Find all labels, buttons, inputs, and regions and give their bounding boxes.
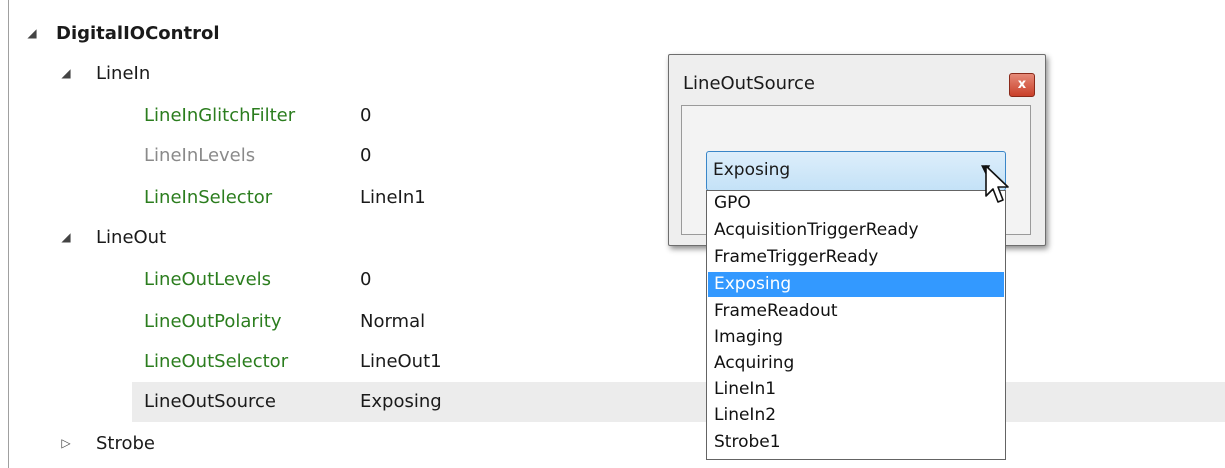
tree-node-strobe[interactable]: ▷ Strobe xyxy=(0,424,1225,464)
collapsed-triangle-icon[interactable]: ▷ xyxy=(58,434,74,452)
dropdown-option[interactable]: LineIn1 xyxy=(708,377,1004,402)
property-name: LineOutPolarity xyxy=(144,311,282,332)
property-name: LineOutLevels xyxy=(144,269,272,290)
property-row[interactable]: LineOutSelector LineOut1 xyxy=(0,342,1225,382)
tree-node-label: DigitalIOControl xyxy=(56,23,220,44)
property-value[interactable]: Exposing xyxy=(360,391,442,412)
property-name: LineOutSource xyxy=(144,391,276,412)
expanded-triangle-icon[interactable]: ◢ xyxy=(24,24,40,42)
tree-node-label: Strobe xyxy=(96,433,156,454)
tree-node-label: LineOut xyxy=(96,227,167,248)
property-name: LineInSelector xyxy=(144,187,273,208)
tree-node-label: LineIn xyxy=(96,63,151,84)
dropdown-option[interactable]: FrameTriggerReady xyxy=(708,245,1004,270)
property-value[interactable]: 0 xyxy=(360,105,371,126)
dropdown-option[interactable]: AcquisitionTriggerReady xyxy=(708,218,1004,243)
dropdown-option[interactable]: FrameReadout xyxy=(708,299,1004,324)
property-row[interactable]: LineOutPolarity Normal xyxy=(0,302,1225,342)
property-value[interactable]: Normal xyxy=(360,311,425,332)
source-combobox[interactable]: Exposing ▼ xyxy=(706,151,1006,191)
property-name: LineOutSelector xyxy=(144,351,289,372)
dropdown-option[interactable]: Acquiring xyxy=(708,351,1004,376)
mouse-pointer-icon xyxy=(985,165,1009,203)
dropdown-option[interactable]: GPO xyxy=(708,191,1004,216)
property-value: 0 xyxy=(360,145,372,166)
property-row-selected[interactable]: LineOutSource Exposing xyxy=(0,382,1225,422)
row-highlight xyxy=(132,382,1225,422)
close-icon: x xyxy=(1017,77,1027,92)
dropdown-option[interactable]: LineIn2 xyxy=(708,403,1004,428)
property-name: LineInGlitchFilter xyxy=(144,105,296,126)
property-value[interactable]: 0 xyxy=(360,269,371,290)
dropdown-option-selected[interactable]: Exposing xyxy=(708,272,1004,297)
dropdown-option[interactable]: Imaging xyxy=(708,325,1004,350)
property-name: LineInLevels xyxy=(144,145,256,166)
tree-node-digitaliocontrol[interactable]: ◢ DigitalIOControl xyxy=(0,14,1225,54)
dialog-title: LineOutSource xyxy=(683,73,815,94)
property-value[interactable]: LineIn1 xyxy=(360,187,426,208)
source-dropdown-list: GPO AcquisitionTriggerReady FrameTrigger… xyxy=(706,190,1006,460)
expanded-triangle-icon[interactable]: ◢ xyxy=(58,64,74,82)
combobox-value: Exposing xyxy=(713,160,791,180)
dropdown-option[interactable]: Strobe1 xyxy=(708,430,1004,455)
property-row[interactable]: LineOutLevels 0 xyxy=(0,260,1225,300)
expanded-triangle-icon[interactable]: ◢ xyxy=(58,228,74,246)
property-value[interactable]: LineOut1 xyxy=(360,351,442,372)
close-button[interactable]: x xyxy=(1009,73,1035,97)
